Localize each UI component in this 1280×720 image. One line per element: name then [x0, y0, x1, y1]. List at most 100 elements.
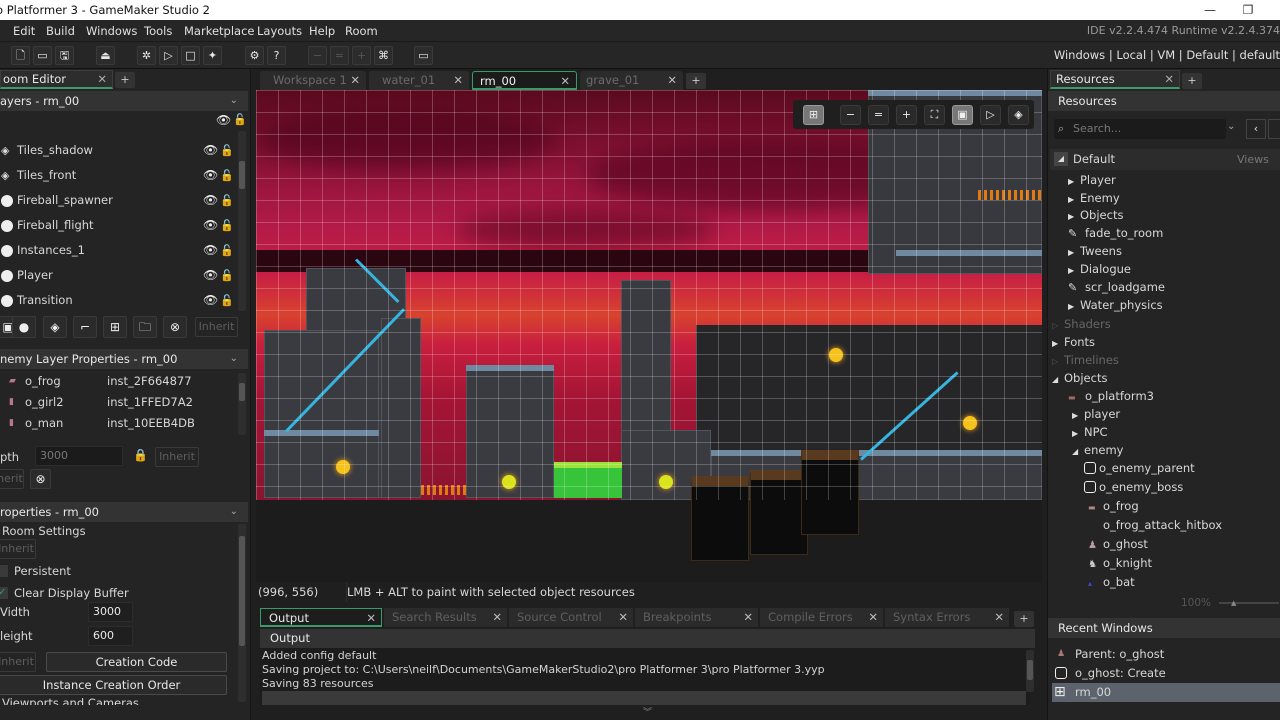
default-view-row[interactable]: ◢ Default Views	[1050, 149, 1280, 170]
viewports-label[interactable]: Viewports and Cameras	[2, 696, 139, 705]
menu-tools[interactable]: Tools	[144, 24, 172, 38]
lock-icon[interactable]: 🔒	[133, 448, 148, 462]
tab-rm-00[interactable]: rm_00 ✕	[472, 71, 577, 90]
close-icon[interactable]: ✕	[743, 608, 753, 627]
menu-edit[interactable]: Edit	[13, 24, 35, 38]
resource-group-objects[interactable]: ◢ Objects	[1052, 369, 1107, 389]
recent-window-item[interactable]: ⊞ rm_00	[1052, 683, 1280, 702]
gamepad-icon[interactable]: ⌘	[374, 46, 393, 65]
tab-water-01[interactable]: water_01 ✕	[369, 71, 469, 90]
menu-marketplace[interactable]: Marketplace	[184, 24, 254, 38]
zoom-reset-icon[interactable]: =	[330, 46, 349, 65]
fit-screen-icon[interactable]: ⛶	[924, 105, 945, 125]
new-file-icon[interactable]: 🗋	[11, 46, 30, 65]
close-icon[interactable]: ✕	[1164, 71, 1174, 88]
tab-syntax-errors[interactable]: Syntax Errors ✕	[885, 608, 1009, 627]
object-item[interactable]: ▴ o_bat	[1088, 573, 1135, 593]
close-icon[interactable]: ✕	[667, 71, 677, 90]
menu-windows[interactable]: Windows	[86, 24, 137, 38]
recent-window-item[interactable]: o_ghost: Create	[1052, 664, 1280, 683]
room-canvas[interactable]	[256, 90, 1042, 582]
views-button[interactable]: Views	[1237, 153, 1269, 166]
output-scrollbar[interactable]	[1026, 650, 1034, 692]
back-button[interactable]: ‹	[1246, 119, 1266, 139]
asset-layer-button[interactable]: ⊞	[103, 316, 127, 338]
tab-search-results[interactable]: Search Results ✕	[384, 608, 507, 627]
package-icon[interactable]: ⏏	[96, 46, 115, 65]
menu-room[interactable]: Room	[345, 24, 378, 38]
tile-layer-button[interactable]: ◈	[43, 316, 67, 338]
grid-icon[interactable]: ⊞	[803, 105, 824, 125]
add-tab-button[interactable]: +	[1014, 611, 1034, 627]
tab-source-control[interactable]: Source Control ✕	[509, 608, 633, 627]
object-item[interactable]: ♟ o_ghost	[1088, 535, 1148, 555]
lock-all-icon[interactable]: 🔓	[233, 113, 247, 126]
menu-layouts[interactable]: Layouts	[257, 24, 302, 38]
minimize-button[interactable]: —	[1190, 0, 1230, 20]
lock-icon[interactable]: 🔓	[220, 188, 234, 213]
eye-icon[interactable]: 👁	[203, 138, 218, 163]
close-icon[interactable]: ✕	[618, 608, 628, 627]
settings-icon[interactable]: ⚙	[245, 46, 264, 65]
path-layer-button[interactable]: ⌐	[73, 316, 97, 338]
zoom-out-icon[interactable]: −	[840, 105, 861, 125]
object-item[interactable]: o_frog_attack_hitbox	[1103, 516, 1222, 534]
tab-compile-errors[interactable]: Compile Errors ✕	[760, 608, 883, 627]
zoom-out-icon[interactable]: −	[308, 46, 327, 65]
target-selector[interactable]: Windows | Local | VM | Default | default	[1054, 48, 1280, 62]
enemy-layer-properties-header[interactable]: nemy Layer Properties - rm_00 ⌄	[0, 349, 248, 369]
object-item[interactable]: ▶ player	[1072, 405, 1120, 425]
instances-scrollbar[interactable]	[238, 373, 246, 435]
layer-row[interactable]: Transition 👁 🔓	[0, 288, 236, 313]
lock-icon[interactable]: 🔓	[220, 163, 234, 188]
zoom-reset-icon[interactable]: =	[868, 105, 889, 125]
resource-item[interactable]: ✎ fade_to_room	[1068, 224, 1163, 243]
close-icon[interactable]: ✕	[350, 71, 360, 90]
inherit-button[interactable]: nerit	[0, 469, 24, 489]
persistent-checkbox[interactable]	[0, 565, 8, 577]
clean-icon[interactable]: ✦	[203, 46, 222, 65]
layers-icon[interactable]: ◈	[1008, 105, 1029, 125]
close-icon[interactable]: ✕	[994, 608, 1004, 627]
menu-build[interactable]: Build	[46, 24, 75, 38]
add-tab-button[interactable]: +	[686, 73, 706, 89]
zoom-in-icon[interactable]: +	[896, 105, 917, 125]
collapse-icon[interactable]: ︾	[643, 705, 652, 718]
chevron-down-icon[interactable]: ⌄	[230, 91, 238, 111]
room-inherit-button-2[interactable]: Inherit	[0, 652, 36, 672]
delete-instance-button[interactable]: ⊗	[30, 469, 51, 489]
layers-scrollbar[interactable]	[238, 131, 246, 311]
play-icon[interactable]: ▷	[980, 105, 1001, 125]
close-icon[interactable]: ✕	[453, 71, 463, 90]
resource-item[interactable]: ▶ Tweens	[1068, 242, 1122, 262]
zoom-slider[interactable]: ▲	[1219, 599, 1279, 607]
lock-icon[interactable]: 🔓	[220, 213, 234, 238]
resources-tab[interactable]: Resources ✕	[1050, 70, 1180, 89]
object-item[interactable]: o_enemy_parent	[1084, 459, 1195, 477]
layers-header[interactable]: ayers - rm_00 ⌄	[0, 91, 248, 111]
zoom-in-icon[interactable]: +	[352, 46, 371, 65]
layer-row[interactable]: ◈ Tiles_front 👁 🔓	[0, 163, 236, 188]
object-item[interactable]: o_enemy_boss	[1084, 478, 1183, 496]
close-icon[interactable]: ✕	[97, 71, 107, 88]
depth-input[interactable]: 3000	[35, 446, 123, 466]
resource-item[interactable]: ✎ scr_loadgame	[1068, 278, 1165, 297]
debug-icon[interactable]: ✲	[137, 46, 156, 65]
eye-icon[interactable]: 👁	[203, 188, 218, 213]
chevron-down-icon[interactable]: ⌄	[1227, 121, 1235, 132]
frame-icon[interactable]: ▣	[952, 105, 973, 125]
resource-item[interactable]: ▶ Dialogue	[1068, 260, 1131, 280]
object-item[interactable]: ♞ o_knight	[1088, 554, 1152, 574]
layer-row[interactable]: Fireball_spawner 👁 🔓	[0, 188, 236, 213]
layer-row[interactable]: Player 👁 🔓	[0, 263, 236, 288]
instance-layer-button[interactable]: ●	[12, 316, 36, 338]
recent-window-item[interactable]: ♟ Parent: o_ghost	[1052, 645, 1280, 664]
lock-icon[interactable]: 🔓	[220, 288, 234, 313]
instance-row[interactable]: ▰ o_frog inst_2F664877	[0, 371, 236, 392]
layer-inherit-button[interactable]: Inherit	[195, 317, 238, 337]
maximize-button[interactable]: ❐	[1228, 0, 1268, 20]
tab-workspace-1[interactable]: Workspace 1 ✕	[260, 71, 366, 90]
add-tab-button[interactable]: +	[115, 72, 135, 88]
eye-icon[interactable]: 👁	[203, 288, 218, 313]
stop-icon[interactable]: □	[181, 46, 200, 65]
